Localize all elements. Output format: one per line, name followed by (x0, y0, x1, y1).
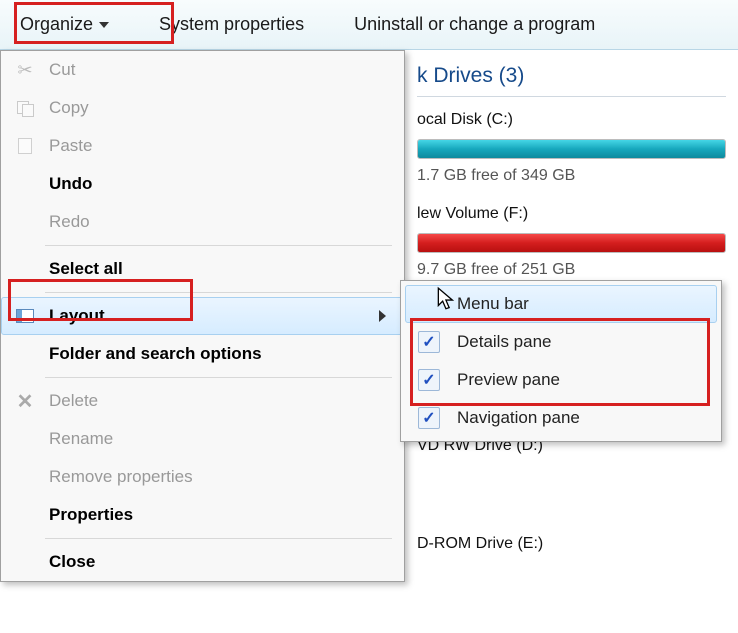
menu-properties[interactable]: Properties (1, 496, 404, 534)
drive-c-fill (418, 140, 725, 158)
submenu-details-pane-label: Details pane (443, 332, 552, 352)
menu-divider (45, 292, 392, 293)
drive-f-label: lew Volume (F:) (417, 205, 726, 223)
layout-icon (16, 309, 34, 323)
submenu-preview-pane-label: Preview pane (443, 370, 560, 390)
drive-c-label: ocal Disk (C:) (417, 111, 726, 129)
drive-f-free: 9.7 GB free of 251 GB (417, 261, 726, 279)
menu-delete[interactable]: ✕ Delete (1, 382, 404, 420)
toolbar: Organize System properties Uninstall or … (0, 0, 738, 50)
cut-icon: ✂ (17, 60, 32, 81)
chevron-down-icon (99, 22, 109, 28)
submenu-preview-pane[interactable]: ✓ Preview pane (405, 361, 717, 399)
menu-rename[interactable]: Rename (1, 420, 404, 458)
menu-divider (45, 377, 392, 378)
menu-close[interactable]: Close (1, 543, 404, 581)
drive-c[interactable]: ocal Disk (C:) 1.7 GB free of 349 GB (417, 111, 726, 185)
menu-close-label: Close (41, 552, 392, 572)
drive-e[interactable]: D-ROM Drive (E:) (417, 535, 726, 553)
paste-icon (18, 138, 32, 154)
check-icon: ✓ (418, 331, 440, 353)
organize-button[interactable]: Organize (10, 10, 119, 39)
submenu-arrow-icon (379, 310, 386, 322)
drives-header[interactable]: k Drives (3) (417, 64, 726, 97)
menu-divider (45, 538, 392, 539)
drive-c-free: 1.7 GB free of 349 GB (417, 167, 726, 185)
layout-submenu: Menu bar ✓ Details pane ✓ Preview pane ✓… (400, 280, 722, 442)
menu-paste[interactable]: Paste (1, 127, 404, 165)
menu-undo[interactable]: Undo (1, 165, 404, 203)
submenu-navigation-pane-label: Navigation pane (443, 408, 580, 428)
menu-cut[interactable]: ✂ Cut (1, 51, 404, 89)
submenu-menu-bar[interactable]: Menu bar (405, 285, 717, 323)
menu-select-all-label: Select all (41, 259, 392, 279)
menu-cut-label: Cut (41, 60, 392, 80)
submenu-details-pane[interactable]: ✓ Details pane (405, 323, 717, 361)
menu-remove-properties-label: Remove properties (41, 467, 392, 487)
menu-undo-label: Undo (41, 174, 392, 194)
drive-c-bar (417, 139, 726, 159)
organize-menu: ✂ Cut Copy Paste Undo Redo Select all La… (0, 50, 405, 582)
menu-copy[interactable]: Copy (1, 89, 404, 127)
system-properties-button[interactable]: System properties (149, 10, 314, 39)
menu-folder-options[interactable]: Folder and search options (1, 335, 404, 373)
check-icon: ✓ (418, 407, 440, 429)
menu-select-all[interactable]: Select all (1, 250, 404, 288)
drive-f-bar (417, 233, 726, 253)
organize-label: Organize (20, 14, 93, 35)
submenu-menu-bar-label: Menu bar (443, 294, 529, 314)
delete-icon: ✕ (17, 389, 34, 414)
drive-f[interactable]: lew Volume (F:) 9.7 GB free of 251 GB (417, 205, 726, 279)
menu-redo-label: Redo (41, 212, 392, 232)
drive-f-fill (418, 234, 725, 252)
check-icon: ✓ (418, 369, 440, 391)
copy-icon (17, 101, 33, 115)
menu-properties-label: Properties (41, 505, 392, 525)
submenu-navigation-pane[interactable]: ✓ Navigation pane (405, 399, 717, 437)
menu-rename-label: Rename (41, 429, 392, 449)
menu-delete-label: Delete (41, 391, 392, 411)
menu-copy-label: Copy (41, 98, 392, 118)
menu-remove-properties[interactable]: Remove properties (1, 458, 404, 496)
menu-divider (45, 245, 392, 246)
menu-paste-label: Paste (41, 136, 392, 156)
menu-folder-options-label: Folder and search options (41, 344, 392, 364)
uninstall-button[interactable]: Uninstall or change a program (344, 10, 605, 39)
menu-layout-label: Layout (41, 306, 379, 326)
menu-layout[interactable]: Layout (1, 297, 404, 335)
menu-redo[interactable]: Redo (1, 203, 404, 241)
